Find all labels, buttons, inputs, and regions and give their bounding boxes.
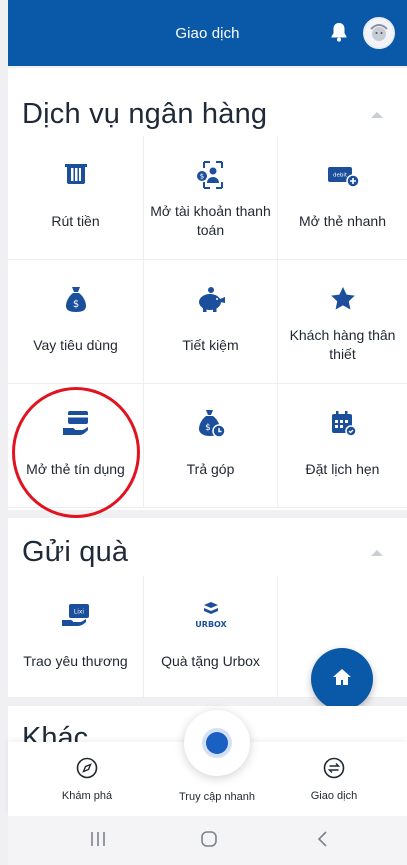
service-loyal-customer[interactable]: Khách hàng thân thiết: [278, 260, 407, 384]
service-credit-card[interactable]: Mở thẻ tín dụng: [8, 384, 144, 508]
svg-text:$: $: [72, 299, 78, 310]
banking-grid: Rút tiền $ Mở tài khoản thanh toán debit…: [8, 136, 407, 508]
avatar[interactable]: [363, 17, 395, 49]
gift-urbox[interactable]: URBOX Quà tặng Urbox: [144, 576, 278, 698]
debit-card-icon: debit: [326, 156, 360, 194]
service-label: Khách hàng thân thiết: [289, 327, 396, 362]
bell-icon[interactable]: [327, 20, 351, 44]
credit-card-hand-icon: [60, 404, 92, 442]
calendar-icon: [328, 404, 358, 442]
svg-text:$: $: [199, 173, 203, 181]
piggy-bank-icon: [195, 280, 227, 318]
nav-label: Truy cập nhanh: [178, 791, 256, 803]
compass-icon: [76, 757, 98, 784]
svg-text:debit: debit: [332, 173, 347, 179]
section-title-gift: Gửi quà: [22, 536, 129, 568]
service-appointment[interactable]: Đặt lịch hẹn: [278, 384, 407, 508]
svg-text:$: $: [205, 423, 211, 433]
nav-label: Khám phá: [61, 789, 113, 802]
star-icon: [329, 280, 357, 318]
nav-explore[interactable]: Khám phá: [42, 742, 132, 816]
service-quick-card[interactable]: debit Mở thẻ nhanh: [278, 136, 407, 260]
bottom-nav: Khám phá Truy cập nhanh Giao dịch: [8, 710, 407, 816]
nav-transactions[interactable]: Giao dịch: [294, 742, 374, 816]
back-icon[interactable]: [316, 830, 330, 853]
money-bag-icon: $: [63, 280, 89, 318]
lixi-icon: Lixi: [59, 596, 93, 634]
section-title-other: Khác: [22, 722, 89, 742]
gift-label: Quà tặng Urbox: [161, 652, 260, 669]
service-savings[interactable]: Tiết kiệm: [144, 260, 278, 384]
home-icon: [331, 666, 353, 693]
home-button[interactable]: [311, 648, 373, 710]
recent-apps-icon[interactable]: [90, 830, 106, 853]
service-installment[interactable]: $ Trả góp: [144, 384, 278, 508]
collapse-arrow-icon[interactable]: [371, 112, 383, 118]
nav-quick-access[interactable]: Truy cập nhanh: [162, 742, 272, 816]
svg-text:URBOX: URBOX: [195, 620, 227, 629]
section-title-banking: Dịch vụ ngân hàng: [22, 98, 268, 130]
atm-icon: [61, 156, 91, 194]
service-withdraw[interactable]: Rút tiền: [8, 136, 144, 260]
exchange-icon: [323, 757, 345, 784]
open-account-icon: $: [194, 156, 228, 194]
service-label: Mở thẻ tín dụng: [26, 460, 125, 477]
service-label: Trả góp: [186, 460, 235, 477]
gift-lixi[interactable]: Lixi Trao yêu thương: [8, 576, 144, 698]
collapse-arrow-icon[interactable]: [371, 550, 383, 556]
service-label: Tiết kiệm: [182, 336, 239, 353]
nav-label: Giao dịch: [310, 789, 358, 802]
service-label: Mở tài khoản thanh toán: [150, 203, 271, 238]
home-system-icon[interactable]: [200, 830, 218, 853]
urbox-icon: URBOX: [191, 596, 231, 634]
service-open-account[interactable]: $ Mở tài khoản thanh toán: [144, 136, 278, 260]
service-label: Mở thẻ nhanh: [298, 212, 386, 229]
installment-icon: $: [196, 404, 226, 442]
system-nav-bar: [8, 816, 407, 865]
page-title: Giao dịch: [175, 24, 240, 42]
svg-text:Lixi: Lixi: [73, 609, 84, 616]
gift-label: Trao yêu thương: [23, 652, 128, 669]
top-bar: Giao dịch: [8, 0, 407, 66]
service-label: Đặt lịch hẹn: [305, 460, 380, 477]
service-label: Vay tiêu dùng: [33, 336, 118, 353]
service-label: Rút tiền: [51, 212, 100, 229]
service-consumer-loan[interactable]: $ Vay tiêu dùng: [8, 260, 144, 384]
